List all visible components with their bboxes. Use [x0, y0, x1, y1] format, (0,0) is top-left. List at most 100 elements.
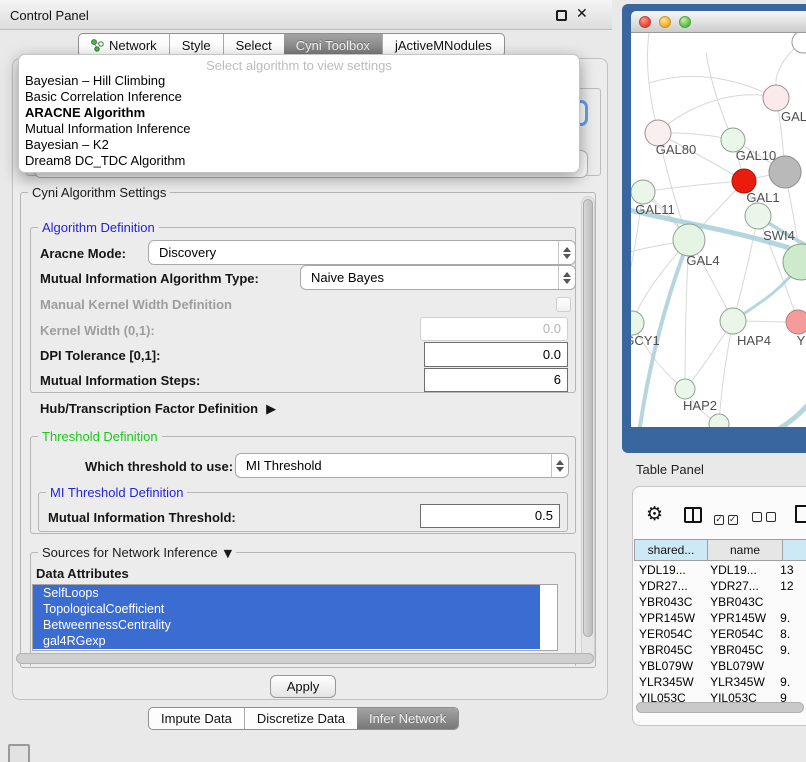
- network-node[interactable]: [786, 310, 806, 334]
- table-row[interactable]: YBR043CYBR043C: [634, 594, 806, 610]
- svg-text:HAP4: HAP4: [737, 333, 771, 348]
- network-node[interactable]: [763, 85, 789, 111]
- select-all-columns-icon[interactable]: ✓ ✓: [714, 510, 738, 525]
- table-row[interactable]: YLR345WYLR345W9.: [634, 674, 806, 690]
- table-row[interactable]: YBR045CYBR045C9.: [634, 642, 806, 658]
- algorithm-option[interactable]: Bayesian – K2: [19, 137, 579, 153]
- mi-steps-label: Mutual Information Steps:: [40, 373, 200, 388]
- tab-cyni-toolbox[interactable]: Cyni Toolbox: [284, 34, 382, 56]
- hub-definition-disclosure[interactable]: Hub/Transcription Factor Definition▶: [40, 401, 276, 417]
- cyni-settings-title: Cyni Algorithm Settings: [28, 185, 170, 200]
- table-row[interactable]: YBL079WYBL079W: [634, 658, 806, 674]
- tab-discretize-data-label: Discretize Data: [257, 711, 345, 726]
- table-row[interactable]: YIL053CYIL053C9: [634, 690, 806, 702]
- column-header-partial[interactable]: [783, 539, 806, 561]
- table-row[interactable]: YPR145WYPR145W9.: [634, 610, 806, 626]
- svg-text:GAL11: GAL11: [635, 202, 675, 217]
- column-header-shared[interactable]: shared...: [634, 539, 708, 561]
- algorithm-option[interactable]: Mutual Information Inference: [19, 121, 579, 137]
- list-item-selected[interactable]: gal4RGexp: [33, 633, 540, 649]
- svg-text:GAL1: GAL1: [746, 190, 779, 205]
- stepper-icon: [558, 241, 575, 264]
- kernel-width-field[interactable]: 0.0: [420, 317, 568, 341]
- stepper-icon: [551, 454, 568, 477]
- tab-style-label: Style: [182, 38, 211, 53]
- svg-text:GAL: GAL: [781, 109, 806, 124]
- settings-scrollbar-thumb[interactable]: [583, 199, 593, 637]
- tab-style[interactable]: Style: [169, 34, 223, 56]
- minimize-window-icon[interactable]: [659, 16, 671, 28]
- manual-kernel-checkbox[interactable]: [556, 297, 571, 312]
- close-window-icon[interactable]: [639, 16, 651, 28]
- mi-type-value: Naive Bayes: [301, 270, 558, 285]
- svg-text:Y: Y: [797, 333, 806, 348]
- svg-text:SWI4: SWI4: [763, 228, 795, 243]
- collapse-arrow-icon: ▼: [224, 547, 232, 560]
- mi-steps-field[interactable]: 6: [424, 368, 568, 392]
- table-row[interactable]: YER054CYER054C8.: [634, 626, 806, 642]
- tab-select[interactable]: Select: [223, 34, 284, 56]
- mi-threshold-field[interactable]: 0.5: [420, 504, 560, 528]
- deselect-all-columns-icon[interactable]: [752, 510, 776, 525]
- table-row[interactable]: YDL19...YDL19...13: [634, 562, 806, 578]
- list-item-selected[interactable]: SelfLoops: [33, 585, 540, 601]
- float-window-icon[interactable]: [556, 10, 567, 21]
- tab-network[interactable]: Network: [79, 34, 169, 56]
- svg-text:GAL4: GAL4: [686, 253, 719, 268]
- minimized-panel-icon[interactable]: [8, 744, 30, 762]
- tab-impute-data[interactable]: Impute Data: [149, 708, 244, 729]
- new-table-icon[interactable]: [795, 505, 806, 523]
- network-view[interactable]: GAL GAL80 GAL10 GAL1 GAL11 SWI4 GAL4 GCY…: [631, 33, 806, 427]
- aracne-mode-value: Discovery: [149, 245, 558, 260]
- algorithm-option[interactable]: Bayesian – Hill Climbing: [19, 73, 579, 89]
- tab-jactivemnodules-label: jActiveMNodules: [395, 38, 492, 53]
- list-item-selected[interactable]: BetweennessCentrality: [33, 617, 540, 633]
- network-node-labels: GAL GAL80 GAL10 GAL1 GAL11 SWI4 GAL4 GCY…: [631, 109, 806, 413]
- control-panel-titlebar: Control Panel ✕: [0, 0, 612, 30]
- tab-discretize-data[interactable]: Discretize Data: [244, 708, 357, 729]
- network-node[interactable]: [745, 203, 771, 229]
- svg-text:GAL80: GAL80: [656, 142, 696, 157]
- close-icon[interactable]: ✕: [576, 6, 588, 22]
- algorithm-popup-placeholder: Select algorithm to view settings: [19, 58, 579, 73]
- tab-jactivemnodules[interactable]: jActiveMNodules: [382, 34, 504, 56]
- threshold-title: Threshold Definition: [38, 429, 162, 444]
- list-item-selected[interactable]: TopologicalCoefficient: [33, 601, 540, 617]
- svg-text:GCY1: GCY1: [631, 333, 660, 348]
- algorithm-popup: Select algorithm to view settings Bayesi…: [18, 54, 580, 173]
- mi-type-combobox[interactable]: Naive Bayes: [300, 265, 576, 290]
- gear-icon[interactable]: ⚙: [646, 503, 663, 525]
- column-header-name[interactable]: name: [708, 539, 783, 561]
- mi-type-label: Mutual Information Algorithm Type:: [40, 271, 259, 286]
- network-node[interactable]: [673, 224, 705, 256]
- network-node[interactable]: [675, 379, 695, 399]
- apply-button[interactable]: Apply: [270, 675, 336, 698]
- settings-hscrollbar[interactable]: [16, 653, 594, 664]
- svg-text:GAL10: GAL10: [736, 148, 776, 163]
- network-window-titlebar[interactable]: [631, 11, 806, 33]
- zoom-window-icon[interactable]: [679, 16, 691, 28]
- dpi-tolerance-field[interactable]: 0.0: [424, 342, 568, 367]
- tab-impute-data-label: Impute Data: [161, 711, 232, 726]
- tab-infer-network[interactable]: Infer Network: [357, 708, 458, 729]
- network-node[interactable]: [709, 414, 729, 427]
- network-node[interactable]: [631, 180, 655, 204]
- sources-disclosure[interactable]: Sources for Network Inference▼: [38, 545, 236, 560]
- columns-icon[interactable]: [684, 507, 702, 523]
- mi-threshold-title: MI Threshold Definition: [46, 485, 187, 500]
- algorithm-option-selected[interactable]: ARACNE Algorithm: [19, 105, 579, 121]
- which-threshold-combobox[interactable]: MI Threshold: [235, 453, 569, 478]
- network-node[interactable]: [631, 311, 644, 335]
- network-node[interactable]: [792, 33, 806, 53]
- aracne-mode-combobox[interactable]: Discovery: [148, 240, 576, 265]
- data-attributes-list: SelfLoops TopologicalCoefficient Between…: [32, 584, 558, 651]
- table-row[interactable]: YDR27...YDR27...12: [634, 578, 806, 594]
- algorithm-option[interactable]: Dream8 DC_TDC Algorithm: [19, 153, 579, 169]
- table-hscrollbar[interactable]: [636, 702, 804, 713]
- network-node[interactable]: [720, 308, 746, 334]
- algorithm-definition-title: Algorithm Definition: [38, 220, 159, 235]
- table-panel-title: Table Panel: [636, 462, 704, 477]
- algorithm-option[interactable]: Basic Correlation Inference: [19, 89, 579, 105]
- kernel-width-label: Kernel Width (0,1):: [40, 323, 155, 338]
- tab-select-label: Select: [236, 38, 272, 53]
